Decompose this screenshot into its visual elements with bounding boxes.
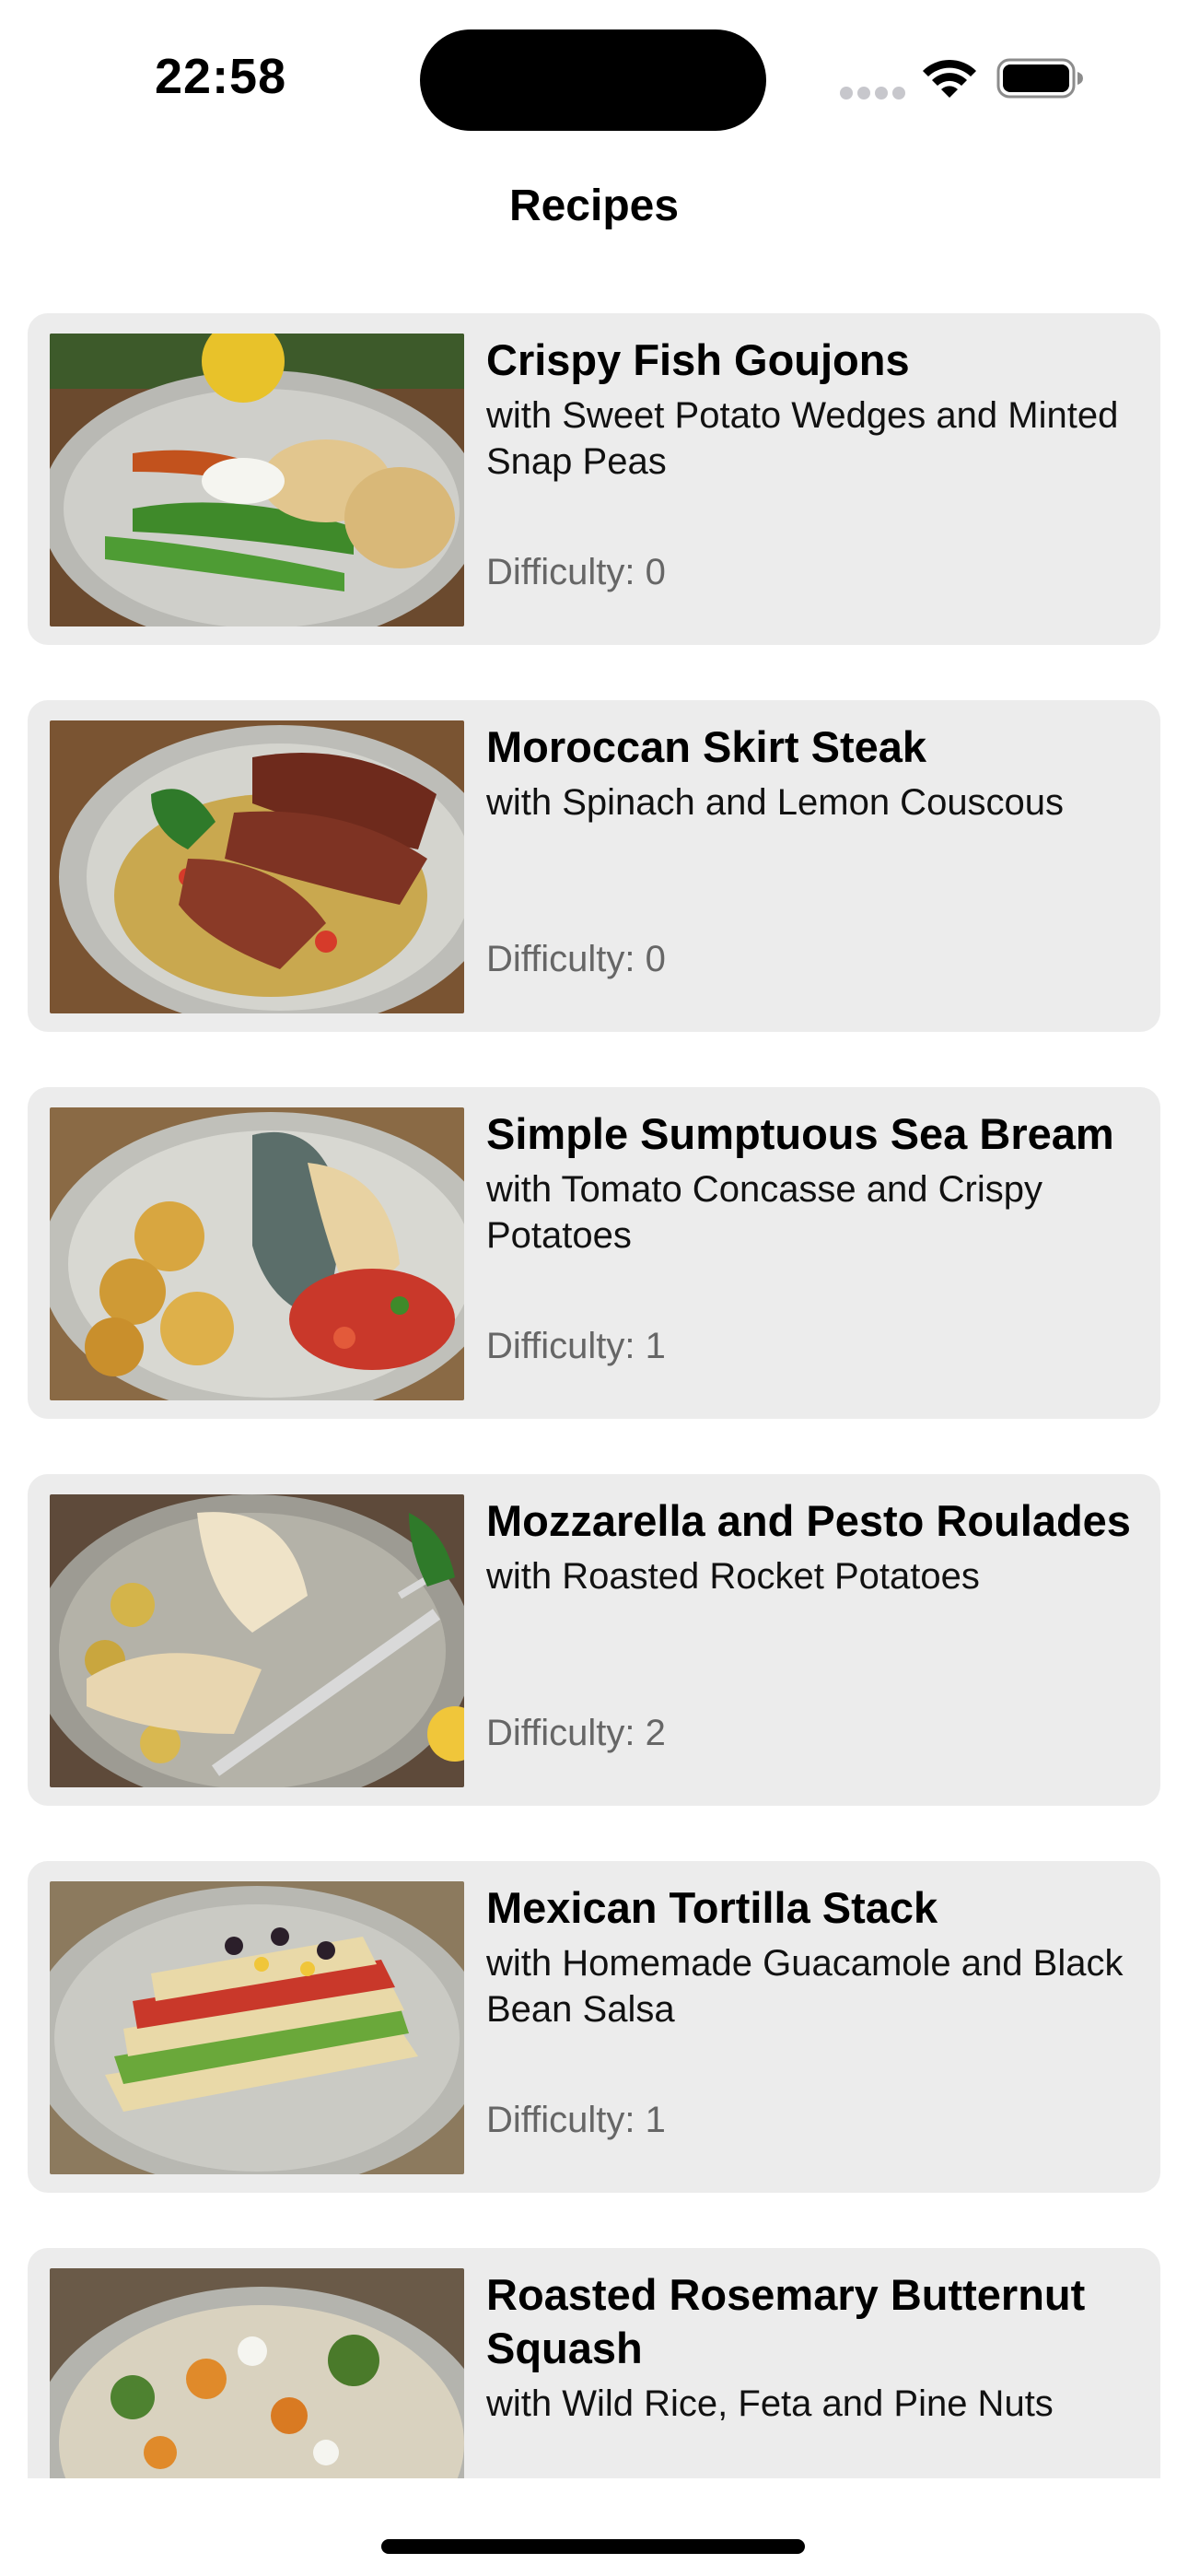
difficulty-value: 2 (645, 1713, 666, 1753)
dynamic-island (420, 29, 766, 131)
difficulty-value: 1 (645, 1326, 666, 1366)
recipe-difficulty: Difficulty: 0 (486, 936, 666, 982)
cellular-signal-icon (840, 87, 905, 100)
home-indicator[interactable] (381, 2539, 805, 2554)
difficulty-label: Difficulty: (486, 939, 635, 979)
recipe-card[interactable]: Simple Sumptuous Sea Bream with Tomato C… (28, 1087, 1160, 1419)
recipe-image (50, 1881, 464, 2174)
home-indicator-area (0, 2478, 1188, 2576)
status-bar: 22:58 (0, 0, 1188, 157)
recipe-subtitle: with Wild Rice, Feta and Pine Nuts (486, 2383, 1054, 2424)
difficulty-label: Difficulty: (486, 552, 635, 592)
recipe-text: Simple Sumptuous Sea Bream with Tomato C… (486, 1107, 1142, 1400)
recipe-title: Crispy Fish Goujons (486, 335, 910, 384)
recipe-image (50, 1107, 464, 1400)
recipe-card[interactable]: Moroccan Skirt Steak with Spinach and Le… (28, 700, 1160, 1032)
recipe-difficulty: Difficulty: 2 (486, 1710, 666, 1756)
recipe-image (50, 720, 464, 1013)
recipe-text: Moroccan Skirt Steak with Spinach and Le… (486, 720, 1142, 1013)
screen: 22:58 Recipes Crispy Fish Goujons with S… (0, 0, 1188, 2576)
recipe-text: Mozzarella and Pesto Roulades with Roast… (486, 1494, 1142, 1787)
recipe-subtitle: with Homemade Guacamole and Black Bean S… (486, 1943, 1124, 2030)
recipe-title: Mexican Tortilla Stack (486, 1883, 938, 1932)
status-time: 22:58 (155, 49, 287, 104)
difficulty-value: 1 (645, 2100, 666, 2140)
wifi-icon (923, 59, 976, 98)
difficulty-value: 0 (645, 939, 666, 979)
recipe-image (50, 2268, 464, 2478)
recipe-list[interactable]: Crispy Fish Goujons with Sweet Potato We… (28, 313, 1160, 2478)
difficulty-label: Difficulty: (486, 1326, 635, 1366)
difficulty-value: 0 (645, 552, 666, 592)
recipe-text: Crispy Fish Goujons with Sweet Potato We… (486, 334, 1142, 626)
recipe-title: Simple Sumptuous Sea Bream (486, 1109, 1114, 1158)
recipe-subtitle: with Roasted Rocket Potatoes (486, 1556, 980, 1597)
recipe-title: Mozzarella and Pesto Roulades (486, 1496, 1131, 1545)
recipe-difficulty: Difficulty: 1 (486, 2097, 666, 2143)
recipe-subtitle: with Spinach and Lemon Couscous (486, 782, 1065, 823)
recipe-card[interactable]: Crispy Fish Goujons with Sweet Potato We… (28, 313, 1160, 645)
difficulty-label: Difficulty: (486, 1713, 635, 1753)
recipe-text: Mexican Tortilla Stack with Homemade Gua… (486, 1881, 1142, 2174)
recipe-subtitle: with Tomato Concasse and Crispy Potatoes (486, 1169, 1042, 1256)
battery-icon (996, 58, 1083, 99)
recipe-card[interactable]: Mexican Tortilla Stack with Homemade Gua… (28, 1861, 1160, 2193)
recipe-card[interactable]: Mozzarella and Pesto Roulades with Roast… (28, 1474, 1160, 1806)
recipe-image (50, 334, 464, 626)
difficulty-label: Difficulty: (486, 2100, 635, 2140)
page-title: Recipes (508, 181, 680, 230)
recipe-text: Roasted Rosemary Butternut Squash with W… (486, 2268, 1142, 2478)
recipe-card[interactable]: Roasted Rosemary Butternut Squash with W… (28, 2248, 1160, 2478)
recipe-image (50, 1494, 464, 1787)
recipe-difficulty: Difficulty: 1 (486, 1323, 666, 1369)
recipe-subtitle: with Sweet Potato Wedges and Minted Snap… (486, 395, 1119, 482)
recipe-difficulty: Difficulty: 0 (486, 549, 666, 595)
recipe-title: Moroccan Skirt Steak (486, 722, 927, 771)
recipe-title: Roasted Rosemary Butternut Squash (486, 2270, 1086, 2372)
